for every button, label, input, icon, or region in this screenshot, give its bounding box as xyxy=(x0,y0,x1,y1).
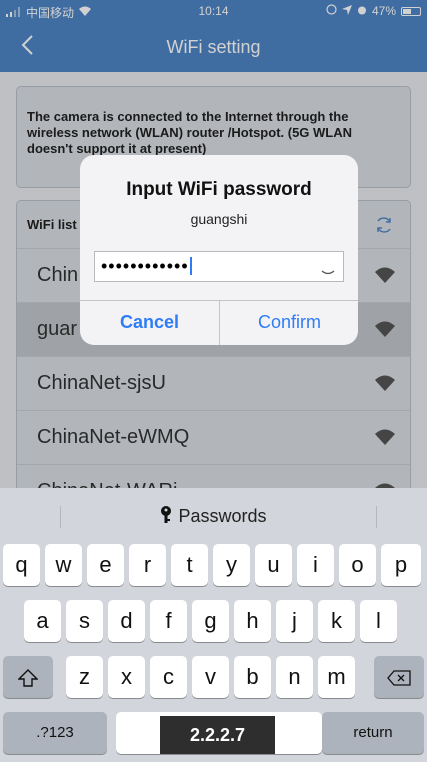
key-h[interactable]: h xyxy=(234,600,271,642)
key-k[interactable]: k xyxy=(318,600,355,642)
key-v[interactable]: v xyxy=(192,656,229,698)
key-q[interactable]: q xyxy=(3,544,40,586)
password-input[interactable]: •••••••••••• xyxy=(94,251,344,282)
key-j[interactable]: j xyxy=(276,600,313,642)
shift-key[interactable] xyxy=(3,656,53,698)
shift-icon xyxy=(17,664,39,689)
key-n[interactable]: n xyxy=(276,656,313,698)
dialog-message: guangshi xyxy=(190,211,248,227)
backspace-icon xyxy=(387,664,411,689)
key-g[interactable]: g xyxy=(192,600,229,642)
version-badge: 2.2.2.7 xyxy=(160,716,275,754)
key-t[interactable]: t xyxy=(171,544,208,586)
suggestion-bar: Passwords xyxy=(0,488,427,544)
numbers-key[interactable]: .?123 xyxy=(3,712,107,754)
key-e[interactable]: e xyxy=(87,544,124,586)
chevron-down-icon[interactable] xyxy=(321,258,335,287)
key-w[interactable]: w xyxy=(45,544,82,586)
key-u[interactable]: u xyxy=(255,544,292,586)
dialog-title: Input WiFi password xyxy=(126,179,312,200)
passwords-suggestion[interactable]: Passwords xyxy=(0,506,427,529)
key-c[interactable]: c xyxy=(150,656,187,698)
text-caret xyxy=(189,257,192,275)
key-f[interactable]: f xyxy=(150,600,187,642)
delete-key[interactable] xyxy=(374,656,424,698)
password-value: •••••••••••• xyxy=(101,256,189,276)
key-m[interactable]: m xyxy=(318,656,355,698)
return-key[interactable]: return xyxy=(322,712,424,754)
key-d[interactable]: d xyxy=(108,600,145,642)
key-a[interactable]: a xyxy=(24,600,61,642)
key-icon xyxy=(160,506,172,529)
password-dialog: Input WiFi password guangshi •••••••••••… xyxy=(80,155,358,345)
key-i[interactable]: i xyxy=(297,544,334,586)
cancel-button[interactable]: Cancel xyxy=(80,300,219,345)
confirm-button[interactable]: Confirm xyxy=(220,300,358,345)
key-y[interactable]: y xyxy=(213,544,250,586)
passwords-label: Passwords xyxy=(178,506,267,526)
key-r[interactable]: r xyxy=(129,544,166,586)
key-o[interactable]: o xyxy=(339,544,376,586)
key-l[interactable]: l xyxy=(360,600,397,642)
key-b[interactable]: b xyxy=(234,656,271,698)
key-p[interactable]: p xyxy=(381,544,421,586)
key-s[interactable]: s xyxy=(66,600,103,642)
key-z[interactable]: z xyxy=(66,656,103,698)
key-x[interactable]: x xyxy=(108,656,145,698)
